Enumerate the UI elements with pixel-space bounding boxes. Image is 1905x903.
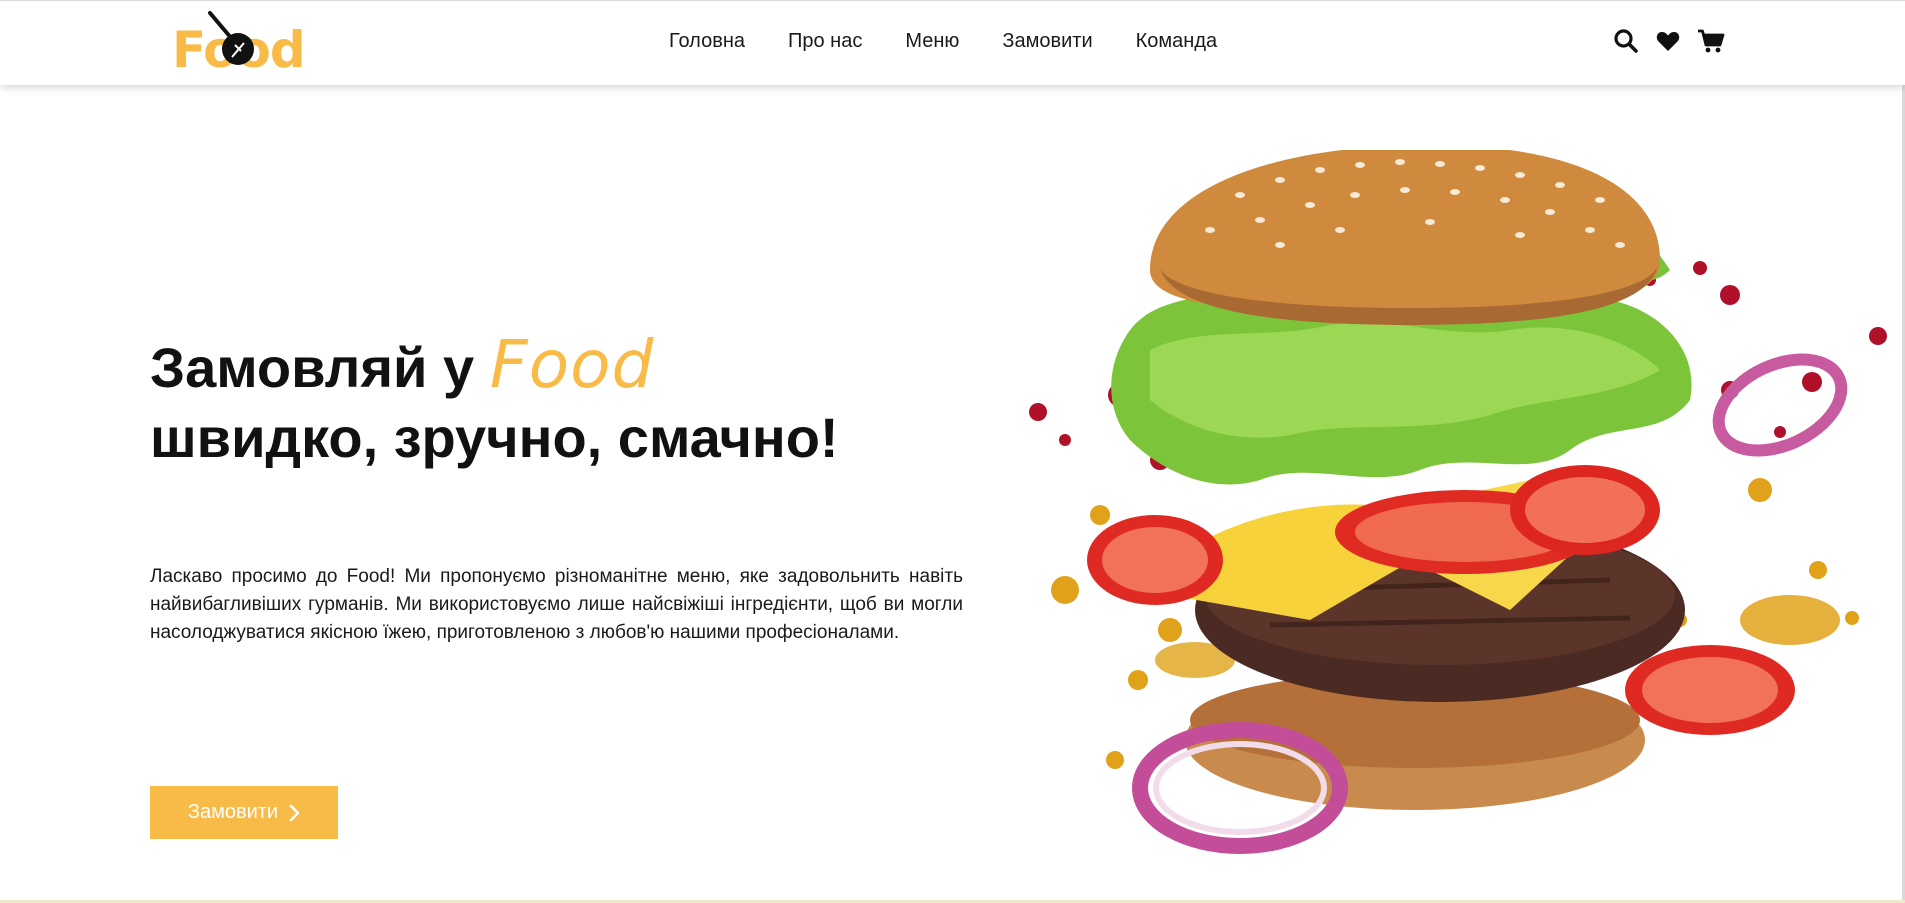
hero-description: Ласкаво просимо до Food! Ми пропонуємо р… (150, 566, 963, 643)
hero-title-line2: швидко, зручно, смачно! (150, 406, 839, 469)
heart-icon[interactable] (1655, 28, 1681, 54)
main-nav: Головна Про нас Меню Замовити Команда (669, 29, 1217, 53)
hero-title: Замовляй у Food швидко, зручно, смачно! (150, 330, 839, 473)
chevron-right-icon (289, 804, 300, 821)
frying-pan-icon (208, 11, 254, 65)
site-header: Food Головна Про нас Меню Замовити Коман… (0, 0, 1905, 85)
nav-home[interactable]: Головна (669, 29, 745, 53)
hero-title-prefix: Замовляй у (150, 336, 475, 399)
nav-about[interactable]: Про нас (788, 29, 862, 53)
nav-team[interactable]: Команда (1136, 29, 1217, 53)
logo[interactable]: Food (172, 9, 306, 77)
nav-menu[interactable]: Меню (905, 29, 959, 53)
hero-title-brand: Food (489, 326, 655, 403)
order-button-label: Замовити (187, 801, 279, 823)
header-actions (1613, 28, 1725, 54)
search-icon[interactable] (1613, 28, 1639, 54)
cart-icon[interactable] (1697, 28, 1725, 54)
burger-image (1029, 150, 1887, 854)
order-button[interactable]: Замовити (150, 786, 338, 839)
nav-order[interactable]: Замовити (1002, 29, 1092, 53)
